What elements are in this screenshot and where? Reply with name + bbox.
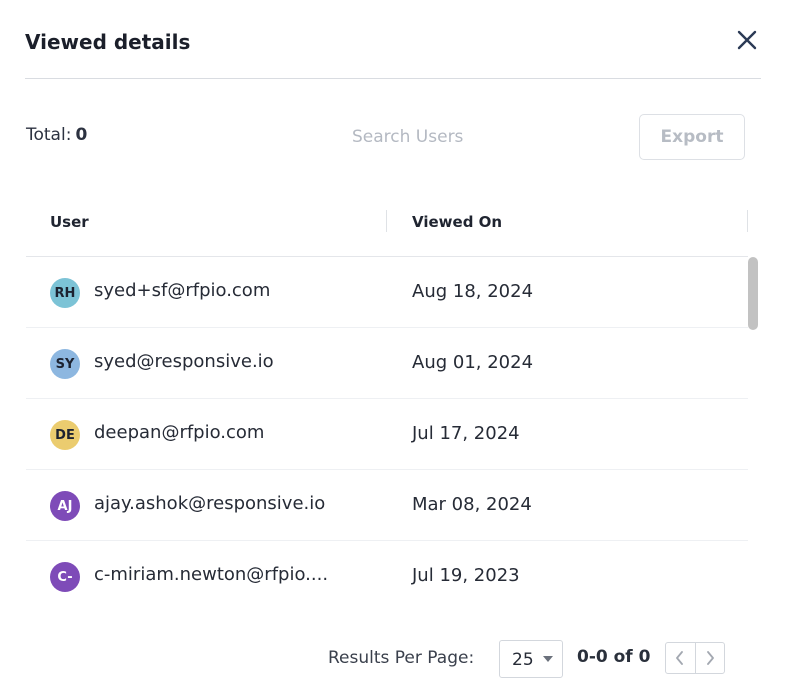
viewed-on-date: Jul 19, 2023 bbox=[412, 565, 520, 586]
avatar: C- bbox=[50, 562, 80, 592]
results-per-page-select[interactable]: 25 bbox=[499, 640, 563, 678]
total-count: Total: 0 bbox=[26, 125, 87, 145]
column-header-user[interactable]: User bbox=[50, 213, 89, 231]
avatar: DE bbox=[50, 420, 80, 450]
close-icon bbox=[737, 30, 757, 50]
table-row[interactable]: DE deepan@rfpio.com Jul 17, 2024 bbox=[26, 399, 748, 470]
user-email: c-miriam.newton@rfpio.... bbox=[94, 564, 329, 585]
scrollbar-thumb[interactable] bbox=[748, 257, 758, 330]
next-page-button[interactable] bbox=[696, 643, 725, 673]
table-row[interactable]: RH syed+sf@rfpio.com Aug 18, 2024 bbox=[26, 257, 748, 328]
close-button[interactable] bbox=[729, 28, 761, 60]
user-email: deepan@rfpio.com bbox=[94, 422, 265, 443]
export-button[interactable]: Export bbox=[639, 114, 745, 160]
results-per-page-label: Results Per Page: bbox=[328, 648, 475, 668]
pagination-nav bbox=[665, 642, 725, 674]
chevron-left-icon bbox=[676, 651, 684, 665]
table-body: RH syed+sf@rfpio.com Aug 18, 2024 SY sye… bbox=[26, 257, 748, 611]
viewed-on-date: Mar 08, 2024 bbox=[412, 494, 532, 515]
column-header-viewed-on[interactable]: Viewed On bbox=[412, 213, 502, 231]
results-per-page-value: 25 bbox=[512, 650, 534, 670]
pagination-range: 0-0 of 0 bbox=[577, 647, 651, 667]
user-email: syed@responsive.io bbox=[94, 351, 274, 372]
previous-page-button[interactable] bbox=[666, 643, 696, 673]
dialog-header: Viewed details bbox=[25, 28, 761, 79]
avatar: RH bbox=[50, 278, 80, 308]
users-table: User Viewed On RH syed+sf@rfpio.com Aug … bbox=[26, 192, 748, 611]
pagination: Results Per Page: 25 0-0 of 0 bbox=[0, 640, 787, 678]
table-row[interactable]: SY syed@responsive.io Aug 01, 2024 bbox=[26, 328, 748, 399]
table-row[interactable]: AJ ajay.ashok@responsive.io Mar 08, 2024 bbox=[26, 470, 748, 541]
column-divider[interactable] bbox=[747, 210, 748, 232]
avatar: SY bbox=[50, 349, 80, 379]
avatar: AJ bbox=[50, 491, 80, 521]
column-divider[interactable] bbox=[386, 210, 387, 232]
viewed-on-date: Aug 01, 2024 bbox=[412, 352, 534, 373]
table-row[interactable]: C- c-miriam.newton@rfpio.... Jul 19, 202… bbox=[26, 541, 748, 611]
chevron-right-icon bbox=[706, 651, 714, 665]
total-value: 0 bbox=[75, 125, 88, 145]
viewed-on-date: Aug 18, 2024 bbox=[412, 281, 534, 302]
dialog-title: Viewed details bbox=[25, 30, 191, 54]
total-label: Total: bbox=[26, 125, 72, 145]
table-header: User Viewed On bbox=[26, 192, 748, 257]
search-users-input[interactable] bbox=[340, 120, 604, 154]
user-email: ajay.ashok@responsive.io bbox=[94, 493, 326, 514]
viewed-on-date: Jul 17, 2024 bbox=[412, 423, 520, 444]
user-email: syed+sf@rfpio.com bbox=[94, 280, 271, 301]
chevron-down-icon bbox=[543, 656, 553, 662]
